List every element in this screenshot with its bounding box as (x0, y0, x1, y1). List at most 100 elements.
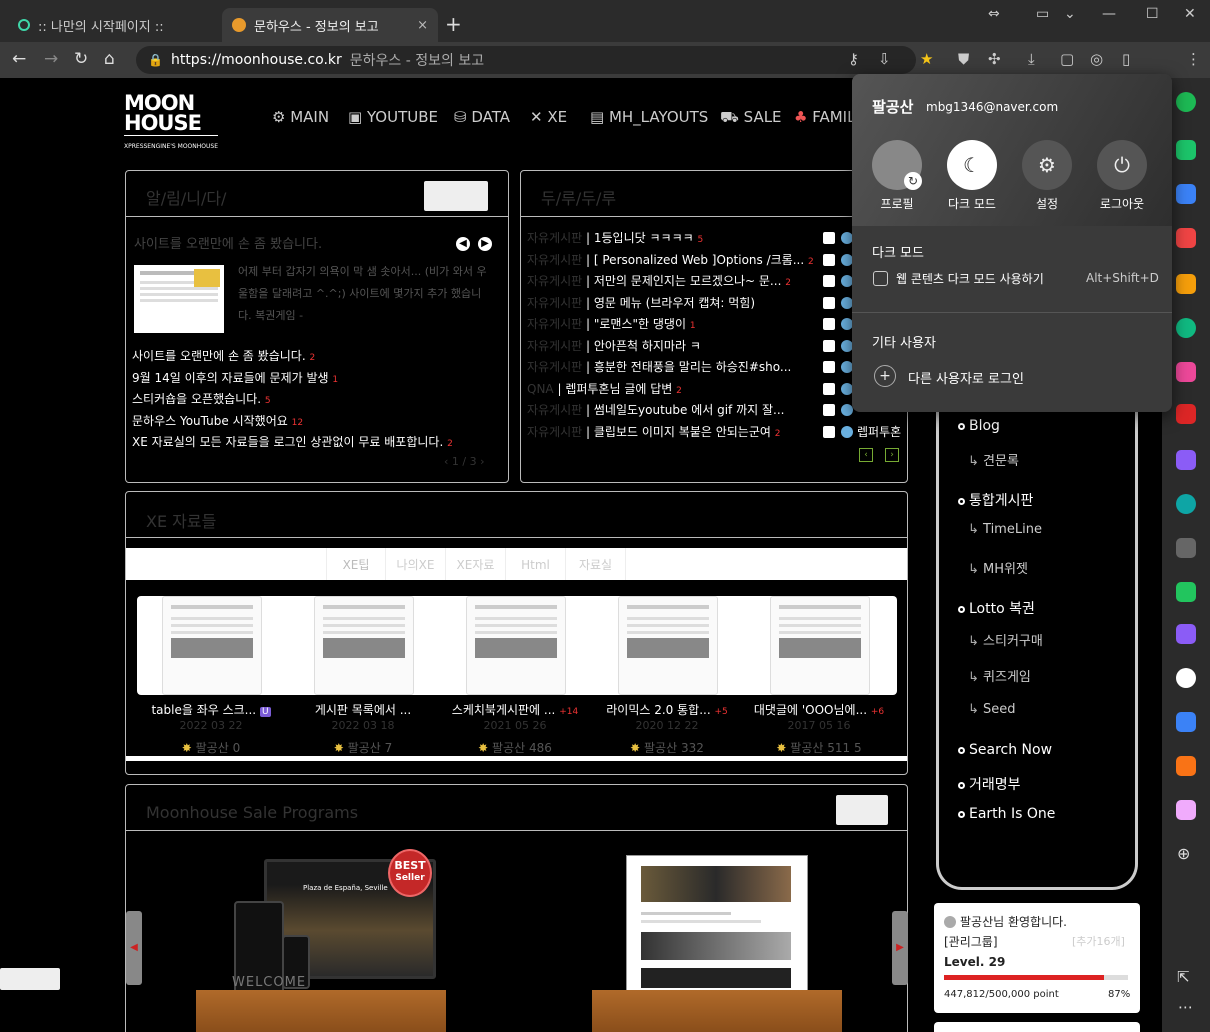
list-item[interactable]: 사이트를 오랜만에 손 좀 봤습니다. 2 (132, 347, 502, 369)
gallery-title[interactable]: 게시판 목록에서 ... (288, 701, 438, 718)
forward-icon[interactable]: → (44, 49, 58, 69)
more-menu-icon[interactable]: ⋮ (1186, 50, 1201, 68)
bell-icon[interactable] (1176, 140, 1196, 160)
sidebar-toggle-icon[interactable]: ▯ (1122, 50, 1130, 68)
feature-title[interactable]: 사이트를 오랜만에 손 좀 봤습니다. (134, 233, 322, 252)
star-icon[interactable] (1176, 274, 1196, 294)
pocket-icon[interactable] (1176, 228, 1196, 248)
menu-mh-layouts[interactable]: ▤ MH_LAYOUTS (590, 108, 708, 126)
dark-mode-option[interactable]: 웹 콘텐츠 다크 모드 사용하기 (896, 270, 1044, 287)
menu-main[interactable]: ⚙ MAIN (272, 108, 329, 126)
extensions-icon[interactable]: ✣ (988, 50, 1001, 68)
board-row[interactable]: 자유게시판 | 썸네일도youtube 에서 gif 까지 잘... (527, 401, 897, 421)
right-submenu-item[interactable]: ↳ MH위젯 (968, 558, 1028, 577)
extra-groups[interactable]: [추가16개] (1072, 933, 1125, 949)
tab-archive[interactable]: 자료실 (566, 548, 626, 580)
right-menu-item[interactable]: Search Now (958, 742, 1052, 758)
right-submenu-item[interactable]: ↳ TimeLine (968, 522, 1042, 537)
next-slide-icon[interactable]: ▶ (892, 911, 908, 985)
logout-button[interactable]: ⏻ (1097, 140, 1147, 190)
edge-icon[interactable] (1176, 318, 1196, 338)
gallery-title[interactable]: 대댓글에 'OOO님에... +6 (744, 701, 894, 718)
tab-start-page[interactable]: :: 나만의 시작페이지 :: (8, 8, 220, 42)
more-button[interactable] (424, 181, 488, 211)
site-logo[interactable]: MOON HOUSE XPRESSENGINE'S MOONHOUSE (124, 93, 218, 157)
gallery-title[interactable]: table을 좌우 스크... U (136, 701, 286, 718)
right-submenu-item[interactable]: ↳ 스티커구매 (968, 630, 1043, 649)
minimize-button[interactable]: — (1102, 6, 1116, 22)
external-link-icon[interactable]: ⇱ (1177, 968, 1190, 986)
board-row[interactable]: 자유게시판 | 영문 메뉴 (브라우저 캡쳐: 먹힘) (527, 294, 897, 314)
gallery-title[interactable]: 라이믹스 2.0 통합... +5 (592, 701, 742, 718)
menu-youtube[interactable]: ▣ YOUTUBE (348, 108, 438, 126)
add-user-icon[interactable]: + (874, 365, 896, 387)
dark-mode-button[interactable]: ☾ (947, 140, 997, 190)
menu-data[interactable]: ⛁ DATA (454, 108, 510, 126)
chevron-down-icon[interactable]: ⌄ (1064, 6, 1076, 22)
whatsapp-icon[interactable] (1176, 582, 1196, 602)
copilot-icon[interactable] (1176, 92, 1196, 112)
google-icon[interactable] (1176, 668, 1196, 688)
gallery-thumbnail[interactable] (618, 596, 718, 695)
tab-my-xe[interactable]: 나의XE (386, 548, 446, 580)
back-icon[interactable]: ← (12, 49, 26, 69)
download-icon[interactable]: ⤓ (1028, 50, 1035, 68)
favorites-star-icon[interactable]: ★ (920, 50, 933, 68)
url-field[interactable]: 🔒 https://moonhouse.co.kr 문하우스 - 정보의 보고 (136, 46, 916, 74)
gallery-title[interactable]: 스케치북게시판에 ... +14 (440, 701, 590, 718)
refresh-icon[interactable]: ↻ (74, 49, 88, 69)
right-submenu-item[interactable]: ↳ Seed (968, 702, 1016, 717)
gallery-thumbnail[interactable] (162, 596, 262, 695)
board-row[interactable]: 자유게시판 | 클립보드 이미지 복붙은 안되는군여 2 렙퍼투혼 (527, 423, 901, 443)
more-icon[interactable]: ⋯ (1178, 998, 1193, 1016)
gallery-thumbnail[interactable] (770, 596, 870, 695)
calendar-icon[interactable] (1176, 450, 1196, 470)
right-menu-item[interactable]: Lotto 복권 (958, 598, 1035, 618)
board-row[interactable]: 자유게시판 | 흥분한 전태풍을 말리는 하승진#sho... (527, 358, 897, 378)
right-menu-item[interactable]: Blog (958, 418, 1000, 434)
gallery-thumbnail[interactable] (466, 596, 566, 695)
other-user-login[interactable]: 다른 사용자로 로그인 (908, 368, 1024, 387)
board-row[interactable]: 자유게시판 | 저만의 문제인지는 모르겠으나~ 문... 2 (527, 272, 897, 292)
photos-icon[interactable] (1176, 800, 1196, 820)
collections-icon[interactable]: ▢ (1060, 50, 1074, 68)
tab-xe-data[interactable]: XE자료 (446, 548, 506, 580)
board-row[interactable]: QNA | 렙퍼투혼님 글에 답변 2팔 (527, 380, 897, 400)
list-item[interactable]: XE 자료실의 모든 자료들을 로그인 상관없이 무료 배포합니다. 2 (132, 433, 502, 455)
close-tab-icon[interactable]: × (417, 18, 428, 33)
tab-actions-icon[interactable]: ▭ (1036, 6, 1049, 22)
install-app-icon[interactable]: ⇩ (878, 50, 891, 68)
close-window-button[interactable]: ✕ (1184, 6, 1196, 22)
key-icon[interactable]: ⚷ (848, 50, 859, 68)
board-row[interactable]: 자유게시판 | 안아픈척 하지마라 ㅋ (527, 337, 897, 357)
board-row[interactable]: 자유게시판 | "로맨스"한 댕댕이 1 (527, 315, 897, 335)
right-menu-item[interactable]: Earth Is One (958, 806, 1055, 822)
games-icon[interactable] (1176, 494, 1196, 514)
list-item[interactable]: 9월 14일 이후의 자료들에 문제가 발생 1 (132, 369, 502, 391)
list-item[interactable]: 문하우스 YouTube 시작했어요 12 (132, 412, 502, 434)
floating-button[interactable] (0, 968, 60, 990)
home-icon[interactable]: ⌂ (104, 49, 115, 69)
translate-icon[interactable] (1176, 712, 1196, 732)
new-tab-button[interactable]: + (445, 12, 462, 36)
chat-icon[interactable] (1176, 362, 1196, 382)
list-item[interactable]: 스티커숍을 오픈했습니다. 5 (132, 390, 502, 412)
feature-thumbnail[interactable] (134, 265, 224, 333)
office-icon[interactable] (1176, 756, 1196, 776)
prev-icon[interactable]: ◀ (456, 237, 470, 251)
bulb-icon[interactable] (1176, 624, 1196, 644)
settings-button[interactable]: ⚙ (1022, 140, 1072, 190)
prev-slide-icon[interactable]: ◀ (126, 911, 142, 985)
right-menu-item[interactable]: 통합게시판 (958, 490, 1033, 510)
shield-icon[interactable]: ⛊ (958, 50, 969, 68)
dark-mode-checkbox[interactable] (873, 271, 888, 286)
add-icon[interactable]: ⊕ (1177, 844, 1190, 863)
menu-xe[interactable]: ✕ XE (530, 108, 567, 126)
screenshot-icon[interactable]: ◎ (1090, 50, 1103, 68)
tab-html[interactable]: Html (506, 548, 566, 580)
menu-sale[interactable]: ⛟ SALE (720, 108, 782, 128)
right-submenu-item[interactable]: ↳ 견문록 (968, 450, 1019, 469)
next-page-icon[interactable]: › (885, 448, 899, 462)
tab-moonhouse[interactable]: 문하우스 - 정보의 보고 × (222, 8, 438, 42)
menu-family[interactable]: ♣ FAMIL (794, 108, 855, 126)
